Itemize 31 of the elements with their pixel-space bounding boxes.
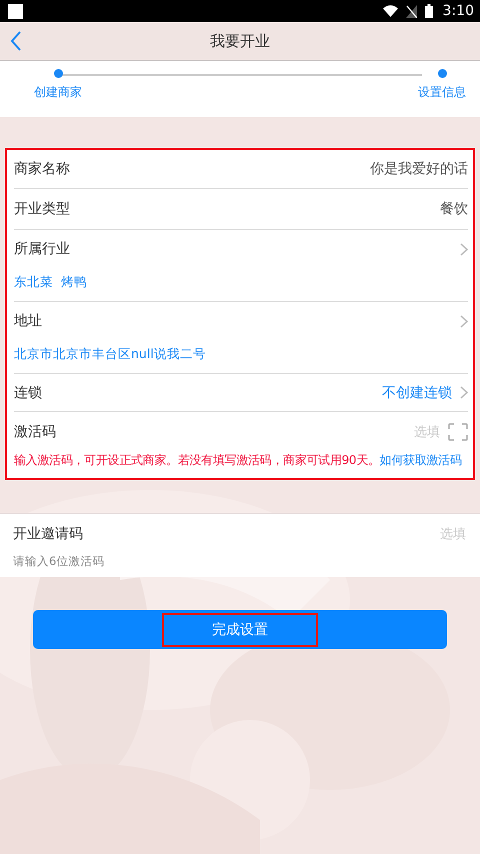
step-label: 创建商家 [34, 84, 82, 101]
wifi-icon [382, 5, 398, 17]
finish-button[interactable]: 完成设置 [33, 610, 447, 649]
field-value[interactable]: 餐饮 [440, 200, 468, 218]
field-label: 激活码 [14, 423, 56, 441]
page-title: 我要开业 [210, 32, 270, 50]
selected-tag: 北京市北京市丰台区null说我二号 [14, 346, 206, 363]
step-label: 设置信息 [418, 84, 466, 101]
selected-tag: 烤鸭 [61, 274, 87, 291]
notification-icon [8, 4, 23, 18]
field-label: 开业类型 [14, 200, 70, 218]
chevron-icon [460, 314, 468, 328]
status-time: 3:10 [442, 3, 474, 19]
field-value[interactable]: 不创建连锁 [382, 384, 452, 402]
field-label: 商家名称 [14, 160, 70, 178]
field-label: 连锁 [14, 384, 42, 402]
field-label: 所属行业 [14, 240, 70, 258]
chevron-icon [460, 242, 468, 256]
battery-icon [424, 4, 433, 18]
field-label: 地址 [14, 312, 42, 330]
signal-icon [406, 4, 417, 18]
selected-tag: 东北菜 [14, 274, 53, 291]
help-link[interactable]: 如何获取激活码 [380, 453, 462, 467]
field-value[interactable]: 你是我爱好的话 [370, 160, 468, 178]
list-row[interactable]: 地址 北京市北京市丰台区null说我二号 [14, 302, 468, 374]
chevron-icon [460, 386, 468, 399]
field-label: 开业邀请码 [13, 525, 83, 543]
notice-text: 输入激活码，可开设正式商家。若没有填写激活码，商家可试用90天。如何获取激活码 [14, 452, 463, 469]
scan-icon[interactable] [448, 423, 468, 441]
hint-text: 请输入6位激活码 [13, 554, 106, 569]
list-row[interactable]: 所属行业 东北菜 烤鸭 [14, 230, 468, 302]
